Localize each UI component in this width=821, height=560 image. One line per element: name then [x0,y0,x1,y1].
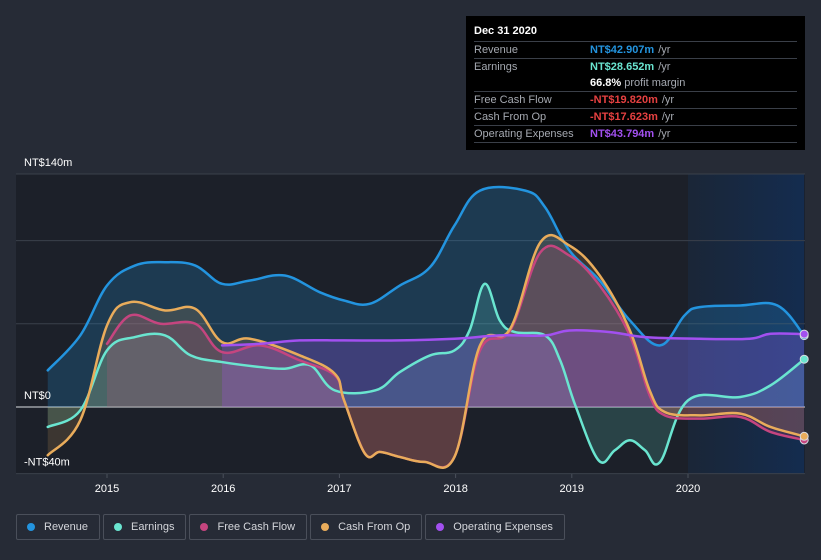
tooltip-row-unit: /yr [661,111,675,123]
legend-label: Free Cash Flow [217,521,296,533]
tooltip-row-unit: /yr [661,94,675,106]
legend-dot-icon [321,523,330,531]
legend-item-free-cash-flow[interactable]: Free Cash Flow [189,514,308,540]
tooltip-row-value: -NT$17.623m [590,111,658,123]
tooltip-row: Free Cash Flow -NT$19.820m/yr [474,92,797,109]
tooltip-panel: Dec 31 2020 Revenue NT$42.907m/yr Earnings… [466,16,805,150]
legend-label: Cash From Op [338,521,411,533]
tooltip-row-value: 66.8% [590,77,622,89]
legend: Revenue Earnings Free Cash Flow Cash From O… [16,514,565,540]
legend-label: Operating Expenses [453,521,553,533]
cash-from-op-end-point[interactable] [799,431,809,441]
y-tick-label: NT$0 [24,390,51,402]
tooltip-row: Revenue NT$42.907m/yr [474,42,797,59]
legend-item-revenue[interactable]: Revenue [16,514,101,540]
legend-dot-icon [27,523,35,531]
legend-dot-icon [436,523,445,531]
tooltip-row-label: Revenue [474,44,519,56]
x-tick-label: 2020 [676,483,700,495]
x-tick-label: 2019 [560,483,584,495]
tooltip-row-label: Free Cash Flow [474,94,552,106]
tooltip-row-value: NT$28.652m [590,61,655,73]
tooltip-row-label: Operating Expenses [474,128,574,140]
earnings-end-point[interactable] [799,354,809,364]
tooltip-row-unit: /yr [658,44,671,56]
y-tick-label: -NT$40m [24,457,70,469]
tooltip-row-unit: /yr [658,61,671,73]
tooltip-row-value: NT$42.907m [590,44,655,56]
x-tick-label: 2017 [327,483,351,495]
tooltip-row-unit: profit margin [624,77,686,89]
legend-item-operating-expenses[interactable]: Operating Expenses [425,514,565,540]
operating-expenses-end-point[interactable] [799,329,809,339]
tooltip-row-label [474,75,590,91]
tooltip-row-value: -NT$19.820m [590,94,658,106]
tooltip-date: Dec 31 2020 [474,24,797,42]
legend-label: Earnings [131,521,175,533]
tooltip-row: 66.8% profit margin [474,75,797,92]
legend-label: Revenue [44,521,89,533]
legend-item-cash-from-op[interactable]: Cash From Op [310,514,423,540]
tooltip-row-value: NT$43.794m [590,128,655,140]
x-tick-label: 2018 [443,483,467,495]
legend-dot-icon [114,523,123,531]
tooltip-row: Cash From Op -NT$17.623m/yr [474,109,797,126]
y-tick-label: NT$140m [24,157,72,169]
tooltip-row-unit: /yr [658,128,671,140]
x-tick-label: 2016 [211,483,235,495]
tooltip-row: Operating Expenses NT$43.794m/yr [474,126,797,143]
tooltip-row-label: Cash From Op [474,111,547,123]
legend-item-earnings[interactable]: Earnings [103,514,187,540]
x-tick-label: 2015 [95,483,119,495]
tooltip-row: Earnings NT$28.652m/yr [474,59,797,75]
tooltip-row-label: Earnings [474,61,518,73]
legend-dot-icon [200,523,209,531]
